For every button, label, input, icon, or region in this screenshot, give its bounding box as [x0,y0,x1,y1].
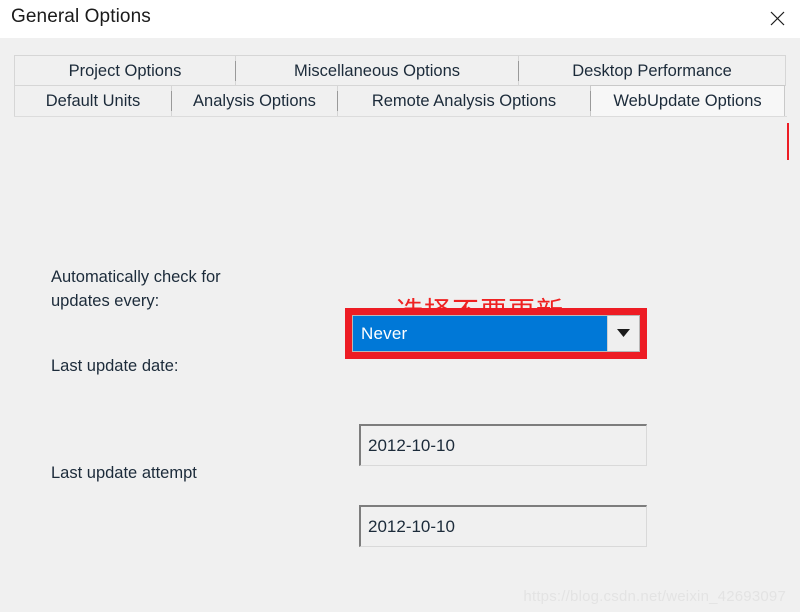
auto-check-label: Automatically check for updates every: [51,268,221,310]
update-frequency-dropdown[interactable]: Never [352,315,640,352]
tab-label: Default Units [45,91,141,110]
last-update-attempt-label-clipped: : [51,486,311,492]
update-frequency-value: Never [353,316,607,351]
watermark: https://blog.csdn.net/weixin_42693097 [523,588,786,605]
chevron-down-icon [617,329,630,337]
close-button[interactable] [754,0,800,36]
tab-webupdate-options[interactable]: WebUpdate Options [590,85,785,116]
last-update-attempt-label: Last update attempt : [51,438,311,516]
last-update-date-field[interactable]: 2012-10-10 [359,424,647,466]
tab-label: Miscellaneous Options [294,61,460,80]
tab-strip: Project Options Miscellaneous Options De… [14,55,787,116]
tab-label: Desktop Performance [572,61,732,80]
last-update-date-value: 2012-10-10 [368,435,455,455]
tab-project-options[interactable]: Project Options [14,55,236,86]
update-frequency-dropdown-button[interactable] [607,316,639,351]
last-update-date-label: Last update date: [51,357,179,375]
window-title: General Options [11,6,151,27]
tab-row-top: Project Options Miscellaneous Options De… [14,55,787,86]
tab-analysis-options[interactable]: Analysis Options [171,85,338,116]
last-update-attempt-value: 2012-10-10 [368,516,455,536]
tab-miscellaneous-options[interactable]: Miscellaneous Options [235,55,519,86]
tab-label: Project Options [68,61,182,80]
tab-desktop-performance[interactable]: Desktop Performance [518,55,786,86]
tab-remote-analysis-options[interactable]: Remote Analysis Options [337,85,591,116]
tab-row-bottom: Default Units Analysis Options Remote An… [14,85,787,116]
tab-default-units[interactable]: Default Units [14,85,172,116]
close-icon [770,11,784,25]
tab-label: Analysis Options [193,91,316,110]
last-update-attempt-label-text: Last update attempt [51,463,197,482]
tab-label: WebUpdate Options [613,91,762,110]
last-update-attempt-field[interactable]: 2012-10-10 [359,505,647,547]
tab-label: Remote Analysis Options [371,91,557,110]
title-bar: General Options [0,0,800,38]
annotation-box-update-frequency: Never [345,308,647,359]
dialog-body: Project Options Miscellaneous Options De… [0,38,800,612]
